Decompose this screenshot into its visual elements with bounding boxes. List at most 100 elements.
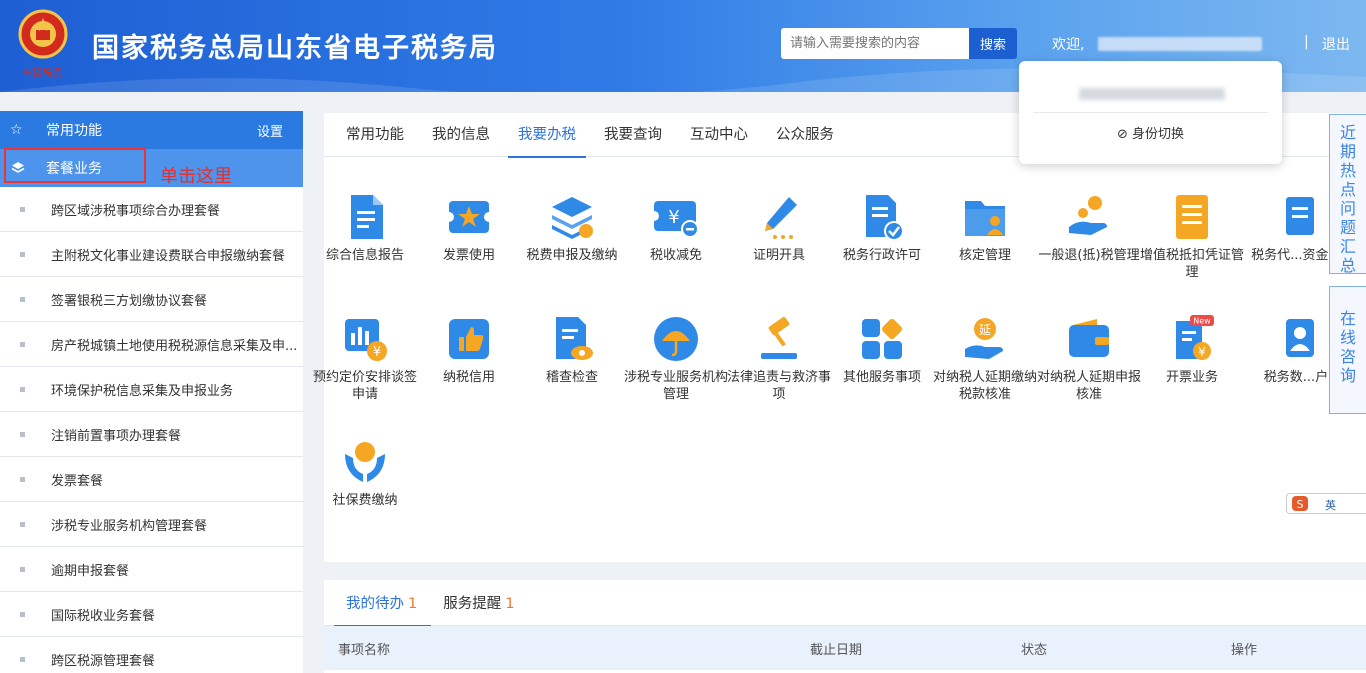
star-icon: ☆ — [10, 122, 23, 138]
logout-link[interactable]: 退出 — [1322, 34, 1350, 54]
permit-check-icon — [866, 195, 904, 241]
package-item[interactable]: 国际税收业务套餐 — [0, 592, 303, 637]
todo-tabs: 我的待办 1 服务提醒 1 — [324, 580, 1366, 627]
tile-invoicing-business[interactable]: ¥ New 开票业务 — [1140, 315, 1244, 386]
tab-common-functions[interactable]: 常用功能 — [346, 113, 404, 157]
tab-service-reminder[interactable]: 服务提醒 1 — [443, 580, 514, 626]
tax-emblem-logo: 中国税务 — [18, 9, 68, 79]
package-item[interactable]: 跨区域涉税事项综合办理套餐 — [0, 187, 303, 232]
sidebar-settings-link[interactable]: 设置 — [257, 121, 283, 140]
todo-panel: 我的待办 1 服务提醒 1 事项名称 截止日期 状态 操作 — [324, 580, 1366, 673]
search-input[interactable] — [781, 28, 969, 59]
svg-text:S: S — [1297, 498, 1304, 511]
tile-assessment[interactable]: 核定管理 — [933, 193, 1037, 264]
switch-identity-button[interactable]: ⊘ 身份切换 — [1019, 123, 1282, 142]
package-item[interactable]: 注销前置事项办理套餐 — [0, 412, 303, 457]
tile-deferred-declaration[interactable]: 对纳税人延期申报核准 — [1037, 315, 1141, 403]
svg-text:¥: ¥ — [668, 207, 679, 228]
tile-social-security[interactable]: 社保费缴纳 — [313, 438, 417, 509]
social-security-hands-icon — [345, 442, 385, 482]
vat-document-icon — [1176, 195, 1208, 239]
header-separator: | — [1304, 34, 1309, 50]
bullet-icon — [20, 521, 25, 527]
bullet-icon — [20, 251, 25, 257]
site-title: 国家税务总局山东省电子税务局 — [92, 33, 498, 64]
thumbs-up-icon — [449, 319, 489, 359]
eye-document-icon — [556, 317, 593, 360]
wallet-icon — [1069, 319, 1109, 357]
package-item[interactable]: 发票套餐 — [0, 457, 303, 502]
tile-apa-application[interactable]: ¥ 预约定价安排谈签申请 — [313, 315, 417, 403]
extend-hand-icon: 延 — [965, 318, 1003, 359]
tab-interaction[interactable]: 互动中心 — [690, 113, 748, 157]
tile-administrative-permit[interactable]: 税务行政许可 — [830, 193, 934, 264]
tab-my-info[interactable]: 我的信息 — [432, 113, 490, 157]
bullet-icon — [20, 341, 25, 347]
online-consult-float-tab[interactable]: 在线咨询 — [1329, 286, 1366, 414]
bullet-icon — [20, 206, 25, 212]
report-icon — [351, 195, 383, 239]
welcome-text: 欢迎, — [1052, 37, 1085, 53]
tile-vat-deduction[interactable]: 增值税抵扣凭证管理 — [1140, 193, 1244, 281]
tile-certificate[interactable]: 证明开具 — [727, 193, 831, 264]
svg-text:¥: ¥ — [373, 345, 381, 360]
package-item[interactable]: 主附税文化事业建设费联合申报缴纳套餐 — [0, 232, 303, 277]
reminder-count: 1 — [505, 596, 515, 612]
invoice-star-icon — [445, 201, 493, 233]
tab-public-service[interactable]: 公众服务 — [776, 113, 834, 157]
bullet-icon — [20, 476, 25, 482]
refund-coin-hand-icon — [1069, 196, 1107, 235]
column-deadline: 截止日期 — [810, 643, 863, 658]
sidebar-package-label: 套餐业务 — [46, 161, 102, 177]
bullet-icon — [20, 296, 25, 302]
package-item[interactable]: 签署银税三方划缴协议套餐 — [0, 277, 303, 322]
package-item[interactable]: 房产税城镇土地使用税税源信息采集及申... — [0, 322, 303, 367]
package-item[interactable]: 涉税专业服务机构管理套餐 — [0, 502, 303, 547]
tile-professional-service-agency[interactable]: 涉税专业服务机构管理 — [624, 315, 728, 403]
tile-tax-refund[interactable]: 一般退(抵)税管理 — [1037, 193, 1141, 264]
column-item-name: 事项名称 — [338, 643, 391, 658]
tab-handle-tax[interactable]: 我要办税 — [508, 113, 586, 158]
svg-text:中国税务: 中国税务 — [23, 66, 63, 79]
sidebar-common-functions[interactable]: ☆ 常用功能 设置 — [0, 111, 303, 149]
tile-comprehensive-report[interactable]: 综合信息报告 — [313, 193, 417, 264]
bullet-icon — [20, 431, 25, 437]
tile-other-services[interactable]: 其他服务事项 — [830, 315, 934, 386]
sidebar-package-business[interactable]: 套餐业务 — [0, 149, 303, 187]
tile-tax-reduction[interactable]: ¥ 税收减免 — [624, 193, 728, 264]
package-item[interactable]: 环境保护税信息采集及申报业务 — [0, 367, 303, 412]
new-badge: New — [1193, 317, 1211, 326]
masked-identity — [1079, 88, 1225, 100]
column-action: 操作 — [1231, 643, 1258, 658]
tile-legal-remedy[interactable]: 法律追责与救济事项 — [727, 315, 831, 403]
hot-topics-float-tab[interactable]: 近期热点问题汇总 — [1329, 114, 1366, 275]
tile-tax-credit[interactable]: 纳税信用 — [417, 315, 521, 386]
bullet-icon — [20, 566, 25, 572]
column-status: 状态 — [1021, 643, 1048, 658]
agent-fund-icon — [1286, 197, 1314, 235]
tile-inspection[interactable]: 稽查检查 — [520, 315, 624, 386]
tile-deferred-payment[interactable]: 延 对纳税人延期缴纳税款核准 — [933, 315, 1037, 403]
tile-invoice-use[interactable]: 发票使用 — [417, 193, 521, 264]
ime-language: 英 — [1325, 499, 1336, 512]
tab-my-todo[interactable]: 我的待办 1 — [333, 580, 432, 627]
sidebar: ☆ 常用功能 设置 套餐业务 跨区域涉税事项综合办理套餐 主附税文化事业建设费联… — [0, 111, 303, 673]
svg-text:¥: ¥ — [1198, 345, 1206, 359]
bullet-icon — [20, 611, 25, 617]
gavel-icon — [761, 316, 797, 359]
todo-count: 1 — [408, 596, 418, 612]
identity-popup: ⊘ 身份切换 — [1019, 61, 1282, 164]
chart-yuan-icon: ¥ — [345, 319, 387, 361]
masked-username[interactable] — [1098, 37, 1262, 51]
layers-icon — [11, 162, 25, 173]
tile-tax-declaration[interactable]: 税费申报及缴纳 — [520, 193, 624, 264]
tab-query[interactable]: 我要查询 — [604, 113, 662, 157]
search-button[interactable]: 搜索 — [969, 28, 1017, 59]
popup-divider — [1033, 112, 1268, 113]
package-item[interactable]: 跨区税源管理套餐 — [0, 637, 303, 673]
grid-diamond-icon — [862, 318, 903, 359]
new-invoice-icon: ¥ New — [1176, 315, 1214, 360]
ime-toolbar[interactable]: S 英 — [1286, 493, 1366, 514]
bullet-icon — [20, 386, 25, 392]
package-item[interactable]: 逾期申报套餐 — [0, 547, 303, 592]
